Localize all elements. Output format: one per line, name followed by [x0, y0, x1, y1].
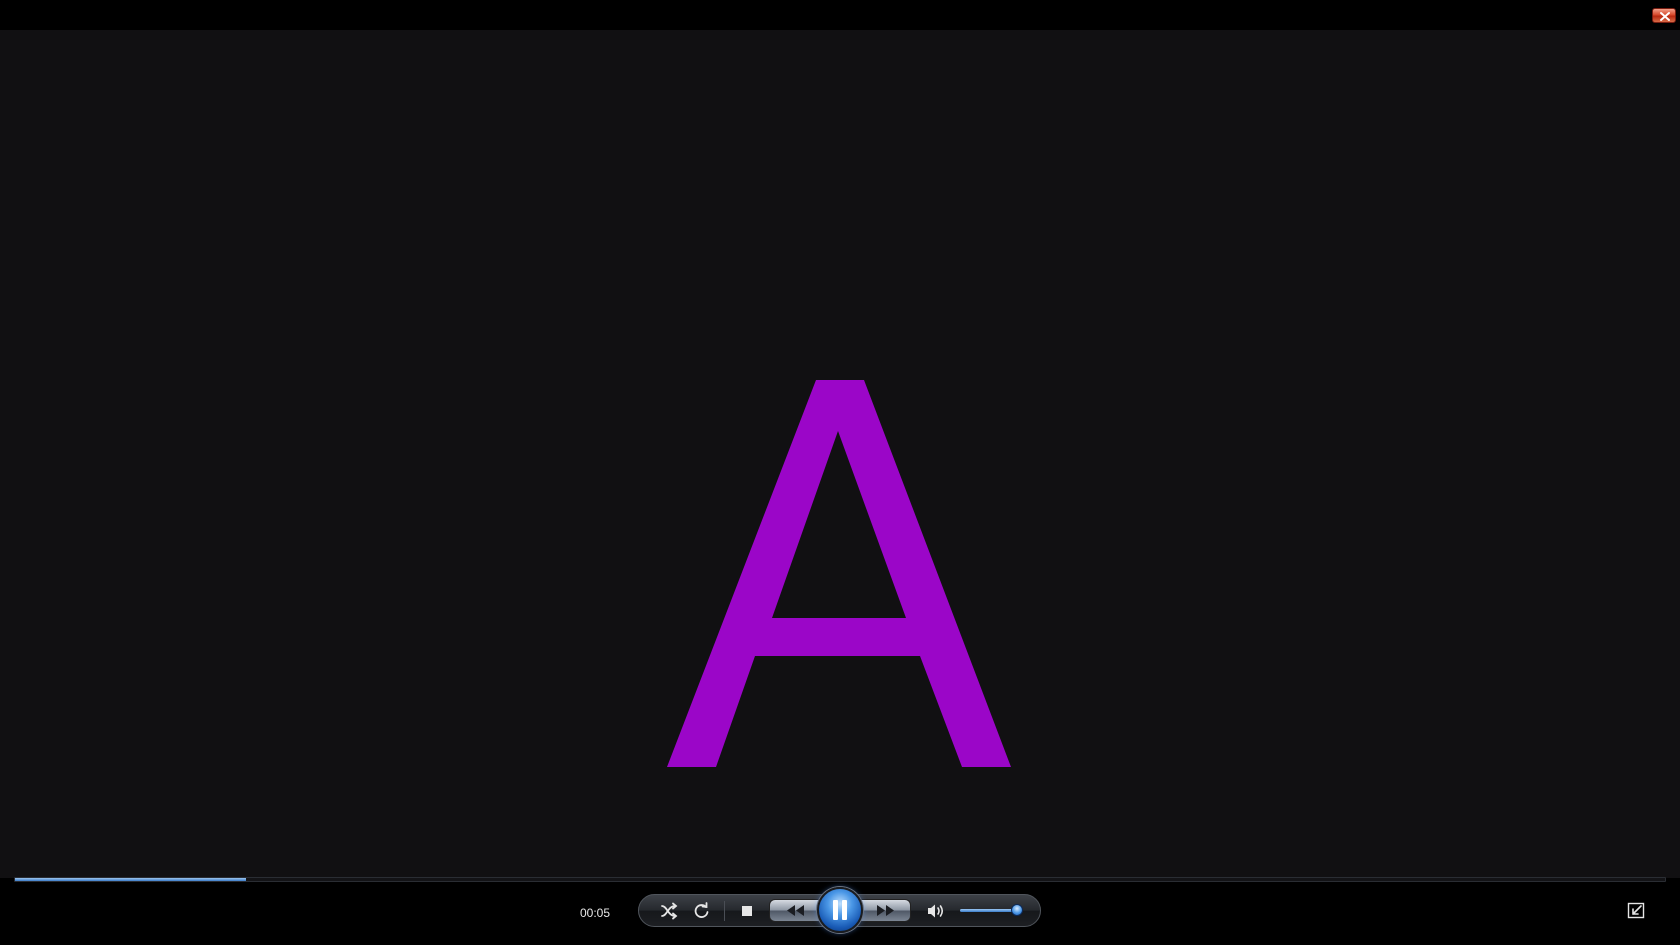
elapsed-time: 00:05 — [580, 906, 611, 920]
volume-thumb[interactable] — [1011, 904, 1024, 916]
seek-progress — [15, 878, 246, 881]
close-icon — [1660, 12, 1670, 21]
stop-icon — [742, 906, 752, 916]
mute-button[interactable] — [926, 902, 946, 920]
pause-icon — [833, 900, 847, 920]
volume-slider[interactable] — [960, 904, 1024, 918]
repeat-icon — [694, 902, 709, 918]
title-bar — [0, 0, 1680, 30]
shuffle-icon — [661, 902, 678, 920]
seek-bar[interactable] — [14, 877, 1666, 882]
speaker-icon — [928, 904, 944, 918]
video-background — [0, 30, 1680, 878]
shuffle-button[interactable] — [660, 902, 680, 920]
fast-forward-icon — [877, 905, 894, 916]
previous-button[interactable] — [779, 901, 813, 920]
exit-fullscreen-button[interactable] — [1627, 902, 1645, 919]
stop-button[interactable] — [739, 903, 755, 919]
rewind-icon — [787, 905, 804, 916]
pause-button[interactable] — [817, 887, 863, 933]
video-display[interactable] — [0, 30, 1680, 878]
repeat-button[interactable] — [692, 902, 711, 920]
media-player-window: 00:05 — [0, 0, 1680, 945]
next-button[interactable] — [868, 901, 902, 920]
control-separator — [724, 901, 725, 921]
close-button[interactable] — [1652, 8, 1676, 23]
video-frame — [0, 30, 1680, 878]
exit-fullscreen-icon — [1627, 902, 1645, 919]
volume-level — [960, 909, 1018, 912]
